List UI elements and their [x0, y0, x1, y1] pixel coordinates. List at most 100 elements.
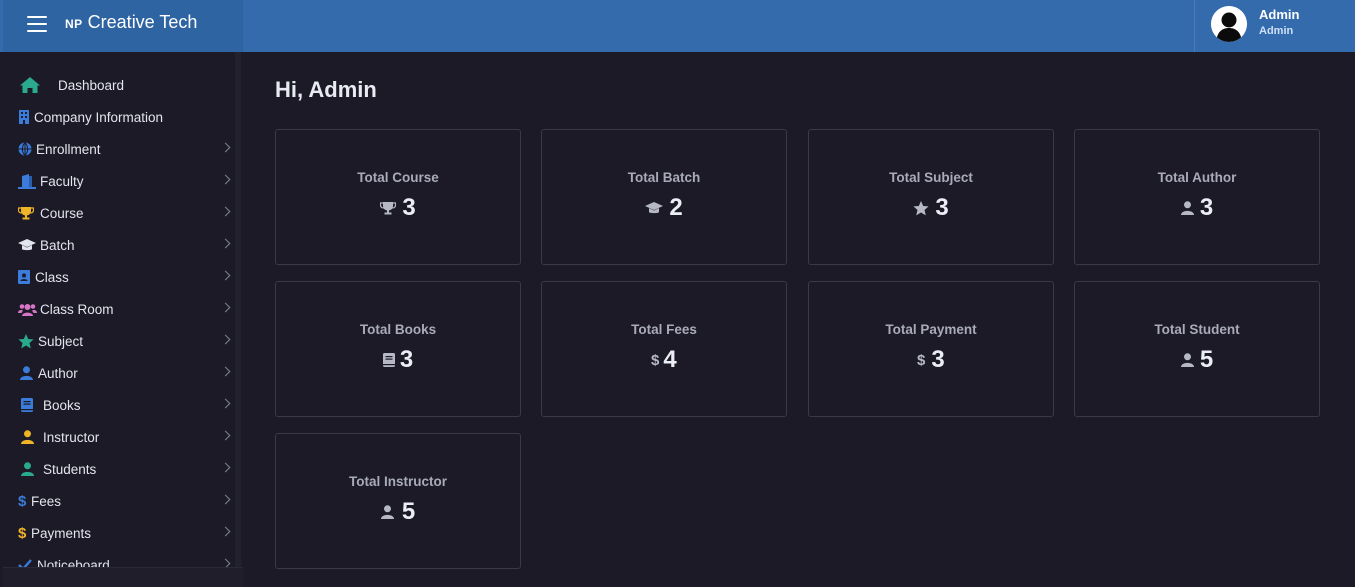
sidebar-footer [3, 567, 243, 587]
chevron-right-icon [220, 494, 231, 505]
chevron-right-icon [220, 206, 231, 217]
sidebar-item-label: Faculty [40, 173, 84, 189]
chevron-right-icon [220, 366, 231, 377]
stat-card-value: 3 [931, 346, 945, 373]
main-content: Hi, Admin Total Course 3 Total Batch 2 T… [243, 52, 1355, 587]
sidebar-item-subject[interactable]: Subject [3, 325, 235, 357]
stat-card-total-instructor[interactable]: Total Instructor 5 [275, 433, 521, 569]
sidebar-item-students[interactable]: Students [3, 453, 235, 485]
chevron-right-icon [220, 302, 231, 313]
stat-card-title: Total Fees [631, 322, 697, 337]
chevron-right-icon [220, 174, 231, 185]
chevron-right-icon [220, 334, 231, 345]
page-title: Hi, Admin [275, 77, 377, 102]
sidebar-item-class-room[interactable]: Class Room [3, 293, 235, 325]
stat-card-title: Total Payment [885, 322, 977, 337]
hamburger-menu-icon[interactable] [27, 16, 47, 32]
sidebar-item-instructor[interactable]: Instructor [3, 421, 235, 453]
sidebar-item-label: Subject [38, 333, 84, 349]
sidebar-item-label: Students [43, 461, 97, 477]
sidebar-item-author[interactable]: Author [3, 357, 235, 389]
dollar-icon: $ [18, 492, 27, 510]
stat-card-total-payment[interactable]: Total Payment $ 3 [808, 281, 1054, 417]
chevron-right-icon [220, 398, 231, 409]
brand-prefix: NP [65, 17, 83, 31]
sidebar-item-label: Author [38, 365, 78, 381]
stat-card-value: 3 [935, 194, 949, 221]
brand-area: NP Creative Tech [3, 0, 243, 52]
stat-card-total-fees[interactable]: Total Fees $ 4 [541, 281, 787, 417]
sidebar-item-label: Payments [31, 525, 92, 541]
address-card-icon [18, 268, 30, 286]
stat-card-title: Total Books [359, 322, 437, 337]
stat-card-title: Total Batch [627, 170, 701, 185]
user-icon [21, 428, 34, 446]
svg-text:$: $ [18, 525, 27, 541]
sidebar-item-payments[interactable]: $ Payments [3, 517, 235, 549]
sidebar-item-faculty[interactable]: Faculty [3, 165, 235, 197]
stat-card-value: 3 [402, 194, 416, 221]
stat-card-total-course[interactable]: Total Course 3 [275, 129, 521, 265]
stat-card-value: 5 [1199, 346, 1214, 373]
sidebar: Dashboard Company Information Enrollment… [3, 52, 243, 587]
stat-card-value: 2 [669, 194, 683, 221]
brand-logo[interactable]: NP Creative Tech [65, 12, 197, 33]
door-icon [18, 172, 36, 190]
sidebar-scrollbar[interactable] [235, 52, 241, 567]
user-icon [1180, 200, 1194, 216]
users-icon [18, 300, 37, 318]
user-icon [1180, 352, 1194, 368]
stat-card-value: 4 [663, 346, 677, 373]
sidebar-item-label: Class Room [40, 301, 114, 317]
graduation-cap-icon [18, 236, 36, 254]
graduation-cap-icon [645, 200, 664, 216]
svg-text:$: $ [18, 493, 27, 509]
chevron-right-icon [220, 142, 231, 153]
dollar-icon: $ [18, 524, 27, 542]
stat-card-title: Total Subject [889, 170, 973, 185]
book-icon [382, 352, 395, 368]
sidebar-item-label: Class [35, 269, 69, 285]
sidebar-item-enrollment[interactable]: Enrollment [3, 133, 235, 165]
stat-card-total-books[interactable]: Total Books 3 [275, 281, 521, 417]
sidebar-item-books[interactable]: Books [3, 389, 235, 421]
sidebar-item-label: Enrollment [36, 141, 101, 157]
sidebar-item-class[interactable]: Class [3, 261, 235, 293]
sidebar-item-batch[interactable]: Batch [3, 229, 235, 261]
stat-card-value: 3 [399, 346, 414, 373]
avatar[interactable] [1211, 6, 1247, 42]
user-icon [21, 460, 34, 478]
stat-card-value: 3 [1199, 194, 1214, 221]
stat-card-total-author[interactable]: Total Author 3 [1074, 129, 1320, 265]
user-icon [380, 504, 394, 520]
chevron-right-icon [220, 430, 231, 441]
sidebar-item-label: Fees [31, 493, 62, 509]
sidebar-item-course[interactable]: Course [3, 197, 235, 229]
stat-card-value: 5 [401, 498, 416, 525]
sidebar-item-label: Books [43, 397, 81, 413]
user-menu[interactable]: Admin Admin [1194, 0, 1355, 52]
building-icon [18, 108, 30, 126]
book-icon [21, 396, 33, 414]
chevron-right-icon [220, 462, 231, 473]
sidebar-item-label: Course [40, 205, 84, 221]
sidebar-item-label: Company Information [34, 109, 164, 125]
svg-text:$: $ [651, 352, 660, 368]
chevron-right-icon [220, 270, 231, 281]
sidebar-item-label: Batch [40, 237, 75, 253]
stat-card-title: Total Course [357, 170, 439, 185]
dollar-icon: $ [917, 352, 926, 368]
star-icon [913, 200, 929, 216]
sidebar-item-fees[interactable]: $ Fees [3, 485, 235, 517]
stat-card-total-batch[interactable]: Total Batch 2 [541, 129, 787, 265]
stat-card-total-student[interactable]: Total Student 5 [1074, 281, 1320, 417]
sidebar-item-company-information[interactable]: Company Information [3, 101, 235, 133]
sidebar-item-dashboard[interactable]: Dashboard [3, 69, 235, 101]
home-icon [19, 76, 41, 94]
user-name: Admin [1259, 7, 1300, 22]
stat-card-title: Total Student [1154, 322, 1240, 337]
chevron-right-icon [220, 238, 231, 249]
stat-card-total-subject[interactable]: Total Subject 3 [808, 129, 1054, 265]
user-icon [20, 364, 33, 382]
stat-card-title: Total Instructor [348, 474, 447, 489]
